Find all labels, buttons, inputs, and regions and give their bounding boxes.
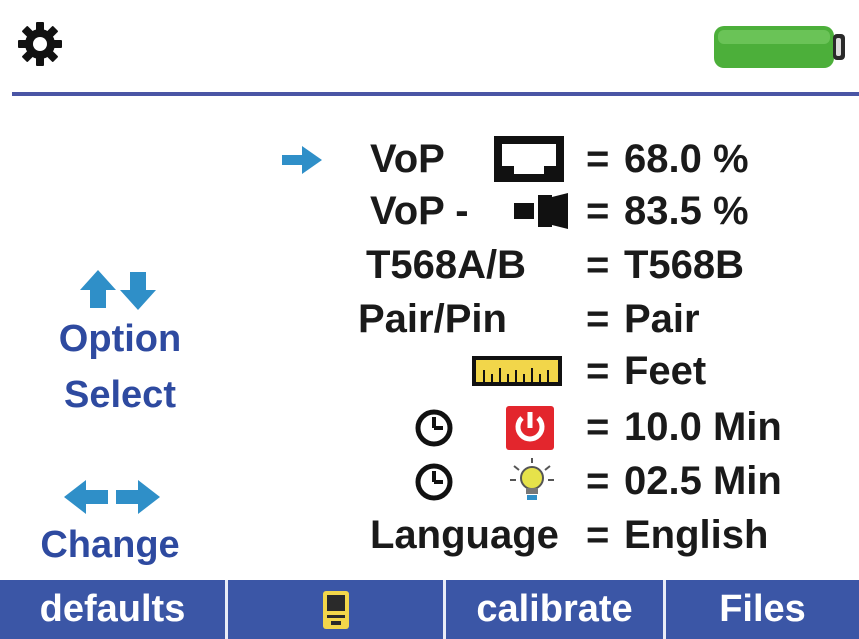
setting-value: 83.5 % bbox=[624, 189, 749, 233]
clock-icon bbox=[415, 409, 453, 447]
setting-value: Feet bbox=[624, 349, 707, 393]
setting-row-language[interactable]: Language = English bbox=[0, 508, 859, 562]
files-button[interactable]: Files bbox=[666, 580, 859, 639]
files-label: Files bbox=[719, 588, 806, 630]
right-arrow-cursor-icon bbox=[282, 146, 322, 174]
backlight-bulb-icon bbox=[510, 458, 554, 500]
setting-value: 10.0 Min bbox=[624, 405, 782, 449]
equals-sign: = bbox=[586, 243, 610, 287]
equals-sign: = bbox=[586, 297, 610, 341]
defaults-label: defaults bbox=[39, 588, 186, 630]
setting-label: Pair/Pin bbox=[358, 297, 507, 341]
equals-sign: = bbox=[586, 405, 610, 449]
equals-sign: = bbox=[586, 459, 610, 503]
function-key-bar: defaults calibrate Files bbox=[0, 580, 859, 639]
setting-label: Language bbox=[370, 513, 559, 557]
setting-value: T568B bbox=[624, 243, 745, 287]
equals-sign: = bbox=[586, 513, 610, 557]
setting-row-backlight[interactable]: = 02.5 Min bbox=[0, 454, 859, 508]
setting-row-auto-power-off[interactable]: = 10.0 Min bbox=[0, 400, 859, 454]
rj45-port-icon bbox=[494, 136, 564, 182]
equals-sign: = bbox=[586, 137, 610, 181]
setting-row-vop-network[interactable]: VoP = 68.0 % bbox=[0, 132, 859, 186]
setting-row-wiring-standard[interactable]: T568A/B = T568B bbox=[0, 238, 859, 292]
setting-row-pair-pin[interactable]: Pair/Pin = Pair bbox=[0, 292, 859, 346]
setting-label: VoP - bbox=[370, 189, 469, 233]
device-button[interactable] bbox=[228, 580, 446, 639]
setting-label: VoP bbox=[370, 137, 445, 181]
settings-list: VoP = 68.0 % VoP - = 83.5 % T568A/B = T5… bbox=[0, 0, 859, 580]
ruler-icon bbox=[472, 356, 562, 386]
equals-sign: = bbox=[586, 189, 610, 233]
setting-row-units[interactable]: = Feet bbox=[0, 344, 859, 398]
setting-label: T568A/B bbox=[366, 243, 527, 287]
calibrate-label: calibrate bbox=[476, 588, 633, 630]
power-icon bbox=[506, 406, 554, 450]
setting-value: 02.5 Min bbox=[624, 459, 782, 503]
coax-connector-icon bbox=[514, 193, 568, 229]
device-icon bbox=[322, 590, 349, 629]
setting-value: 68.0 % bbox=[624, 137, 749, 181]
defaults-button[interactable]: defaults bbox=[0, 580, 228, 639]
setting-row-vop-coax[interactable]: VoP - = 83.5 % bbox=[0, 184, 859, 238]
setting-value: English bbox=[624, 513, 769, 557]
equals-sign: = bbox=[586, 349, 610, 393]
calibrate-button[interactable]: calibrate bbox=[446, 580, 666, 639]
setting-value: Pair bbox=[624, 297, 700, 341]
clock-icon bbox=[415, 463, 453, 501]
